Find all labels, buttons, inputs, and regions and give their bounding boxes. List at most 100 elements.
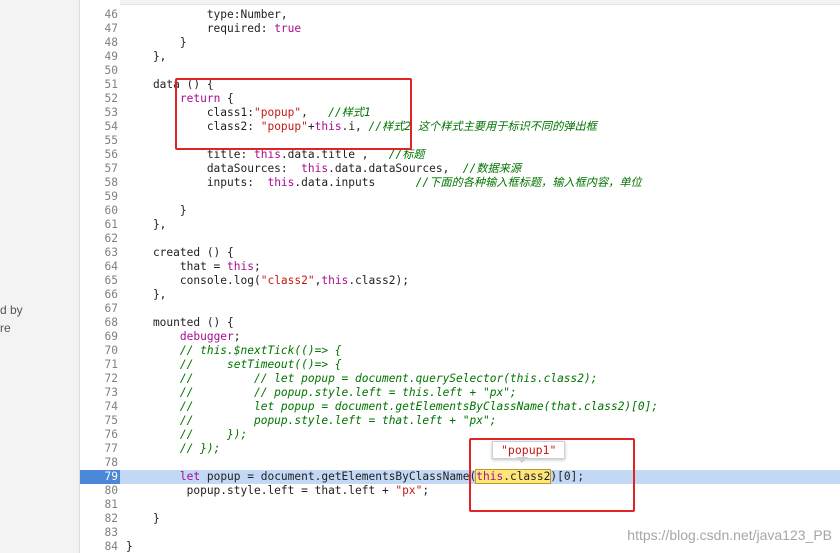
code-text: } bbox=[126, 512, 160, 525]
code-text: // }); bbox=[179, 428, 248, 441]
code-line[interactable]: 48 } bbox=[80, 36, 840, 50]
code-text: dataSources: this.data.dataSources, //数据… bbox=[126, 162, 522, 175]
line-number[interactable]: 82 bbox=[80, 512, 120, 526]
code-line[interactable]: 47 required: true bbox=[80, 22, 840, 36]
code-line[interactable]: 65 console.log("class2",this.class2); bbox=[80, 274, 840, 288]
line-number[interactable]: 63 bbox=[80, 246, 120, 260]
code-line[interactable]: 46 type:Number, bbox=[80, 8, 840, 22]
line-number[interactable]: 58 bbox=[80, 176, 120, 190]
code-line[interactable]: 63 created () { bbox=[80, 246, 840, 260]
code-line[interactable]: 70 // this.$nextTick(()=> { bbox=[80, 344, 840, 358]
code-line-paused[interactable]: 79 let popup = document.getElementsByCla… bbox=[80, 469, 840, 484]
line-number[interactable]: 52 bbox=[80, 92, 120, 106]
code-line[interactable]: 75 // popup.style.left = that.left + "px… bbox=[80, 414, 840, 428]
code-line[interactable]: 59 bbox=[80, 190, 840, 204]
line-number[interactable]: 66 bbox=[80, 288, 120, 302]
line-number[interactable]: 60 bbox=[80, 204, 120, 218]
code-line[interactable]: 49 }, bbox=[80, 50, 840, 64]
code-line[interactable]: 50 bbox=[80, 64, 840, 78]
code-text: // // let popup = document.querySelector… bbox=[179, 372, 598, 385]
code-text: } bbox=[126, 540, 133, 553]
line-number[interactable]: 80 bbox=[80, 484, 120, 498]
code-line[interactable]: 61 }, bbox=[80, 218, 840, 232]
watermark: https://blog.csdn.net/java123_PB bbox=[627, 527, 832, 543]
code-line[interactable]: 57 dataSources: this.data.dataSources, /… bbox=[80, 162, 840, 176]
code-line[interactable]: 81 bbox=[80, 498, 840, 512]
code-text: required: true bbox=[126, 22, 302, 35]
code-text: console.log("class2",this.class2); bbox=[126, 274, 409, 287]
code-line[interactable]: 73 // // popup.style.left = this.left + … bbox=[80, 386, 840, 400]
line-number[interactable]: 69 bbox=[80, 330, 120, 344]
code-line[interactable]: 76 // }); bbox=[80, 428, 840, 442]
code-line[interactable]: 56 title: this.data.title , //标题 bbox=[80, 148, 840, 162]
line-number[interactable]: 84 bbox=[80, 540, 120, 553]
line-number[interactable]: 49 bbox=[80, 50, 120, 64]
line-number[interactable]: 54 bbox=[80, 120, 120, 134]
code-line[interactable]: 78 bbox=[80, 456, 840, 470]
line-number[interactable]: 74 bbox=[80, 400, 120, 414]
line-number[interactable]: 67 bbox=[80, 302, 120, 316]
code-text: // // popup.style.left = this.left + "px… bbox=[179, 386, 517, 399]
code-text: debugger; bbox=[179, 330, 241, 343]
code-text: that = this; bbox=[126, 260, 261, 273]
code-line[interactable]: 82 } bbox=[80, 512, 840, 526]
line-number[interactable]: 47 bbox=[80, 22, 120, 36]
line-number[interactable]: 68 bbox=[80, 316, 120, 330]
code-text: // popup.style.left = that.left + "px"; bbox=[179, 414, 497, 427]
line-number[interactable]: 73 bbox=[80, 386, 120, 400]
code-line[interactable]: 74 // let popup = document.getElementsBy… bbox=[80, 400, 840, 414]
line-number[interactable]: 61 bbox=[80, 218, 120, 232]
code-text: // let popup = document.getElementsByCla… bbox=[179, 400, 659, 413]
code-line[interactable]: 60 } bbox=[80, 204, 840, 218]
code-line[interactable]: 64 that = this; bbox=[80, 260, 840, 274]
code-text: } bbox=[126, 204, 187, 217]
line-number[interactable]: 62 bbox=[80, 232, 120, 246]
code-text: }, bbox=[126, 288, 167, 301]
left-side-panel: d by re bbox=[0, 0, 80, 553]
code-line[interactable]: 67 bbox=[80, 302, 840, 316]
code-text: // setTimeout(()=> { bbox=[179, 358, 342, 371]
line-number[interactable]: 70 bbox=[80, 344, 120, 358]
code-line[interactable]: 72 // // let popup = document.querySelec… bbox=[80, 372, 840, 386]
line-number[interactable]: 57 bbox=[80, 162, 120, 176]
line-number[interactable]: 81 bbox=[80, 498, 120, 512]
line-number[interactable]: 46 bbox=[80, 8, 120, 22]
code-line[interactable]: 71 // setTimeout(()=> { bbox=[80, 358, 840, 372]
line-number[interactable]: 56 bbox=[80, 148, 120, 162]
code-text: // }); bbox=[179, 442, 221, 455]
code-text: }, bbox=[126, 218, 167, 231]
code-line[interactable]: 58 inputs: this.data.inputs //下面的各种输入框标题… bbox=[80, 176, 840, 190]
line-number[interactable]: 51 bbox=[80, 78, 120, 92]
line-number[interactable]: 64 bbox=[80, 260, 120, 274]
line-number[interactable]: 53 bbox=[80, 106, 120, 120]
hover-value-tooltip: "popup1" bbox=[492, 441, 566, 459]
tooltip-arrow bbox=[516, 457, 528, 463]
code-text: inputs: this.data.inputs //下面的各种输入框标题，输入… bbox=[126, 176, 642, 189]
line-number[interactable]: 48 bbox=[80, 36, 120, 50]
code-line[interactable]: 62 bbox=[80, 232, 840, 246]
sidebar-text-fragment: re bbox=[0, 321, 11, 335]
code-text: created () { bbox=[126, 246, 234, 259]
code-line[interactable]: 69 debugger; bbox=[80, 330, 840, 344]
code-line[interactable]: 80 popup.style.left = that.left + "px"; bbox=[80, 484, 840, 498]
line-number[interactable]: 59 bbox=[80, 190, 120, 204]
line-number[interactable]: 65 bbox=[80, 274, 120, 288]
code-line[interactable]: 66 }, bbox=[80, 288, 840, 302]
line-number[interactable]: 79 bbox=[80, 470, 120, 484]
code-text: }, bbox=[126, 50, 167, 63]
sidebar-text-fragment: d by bbox=[0, 303, 23, 317]
code-text: type:Number, bbox=[126, 8, 288, 21]
code-text: mounted () { bbox=[126, 316, 234, 329]
line-number[interactable]: 55 bbox=[80, 134, 120, 148]
code-line[interactable]: 77 // }); bbox=[80, 442, 840, 456]
line-number[interactable]: 75 bbox=[80, 414, 120, 428]
code-text: } bbox=[126, 36, 187, 49]
line-number[interactable]: 50 bbox=[80, 64, 120, 78]
line-number[interactable]: 72 bbox=[80, 372, 120, 386]
code-line[interactable]: 68 mounted () { bbox=[80, 316, 840, 330]
line-number[interactable]: 78 bbox=[80, 456, 120, 470]
line-number[interactable]: 77 bbox=[80, 442, 120, 456]
line-number[interactable]: 76 bbox=[80, 428, 120, 442]
line-number[interactable]: 71 bbox=[80, 358, 120, 372]
line-number[interactable]: 83 bbox=[80, 526, 120, 540]
